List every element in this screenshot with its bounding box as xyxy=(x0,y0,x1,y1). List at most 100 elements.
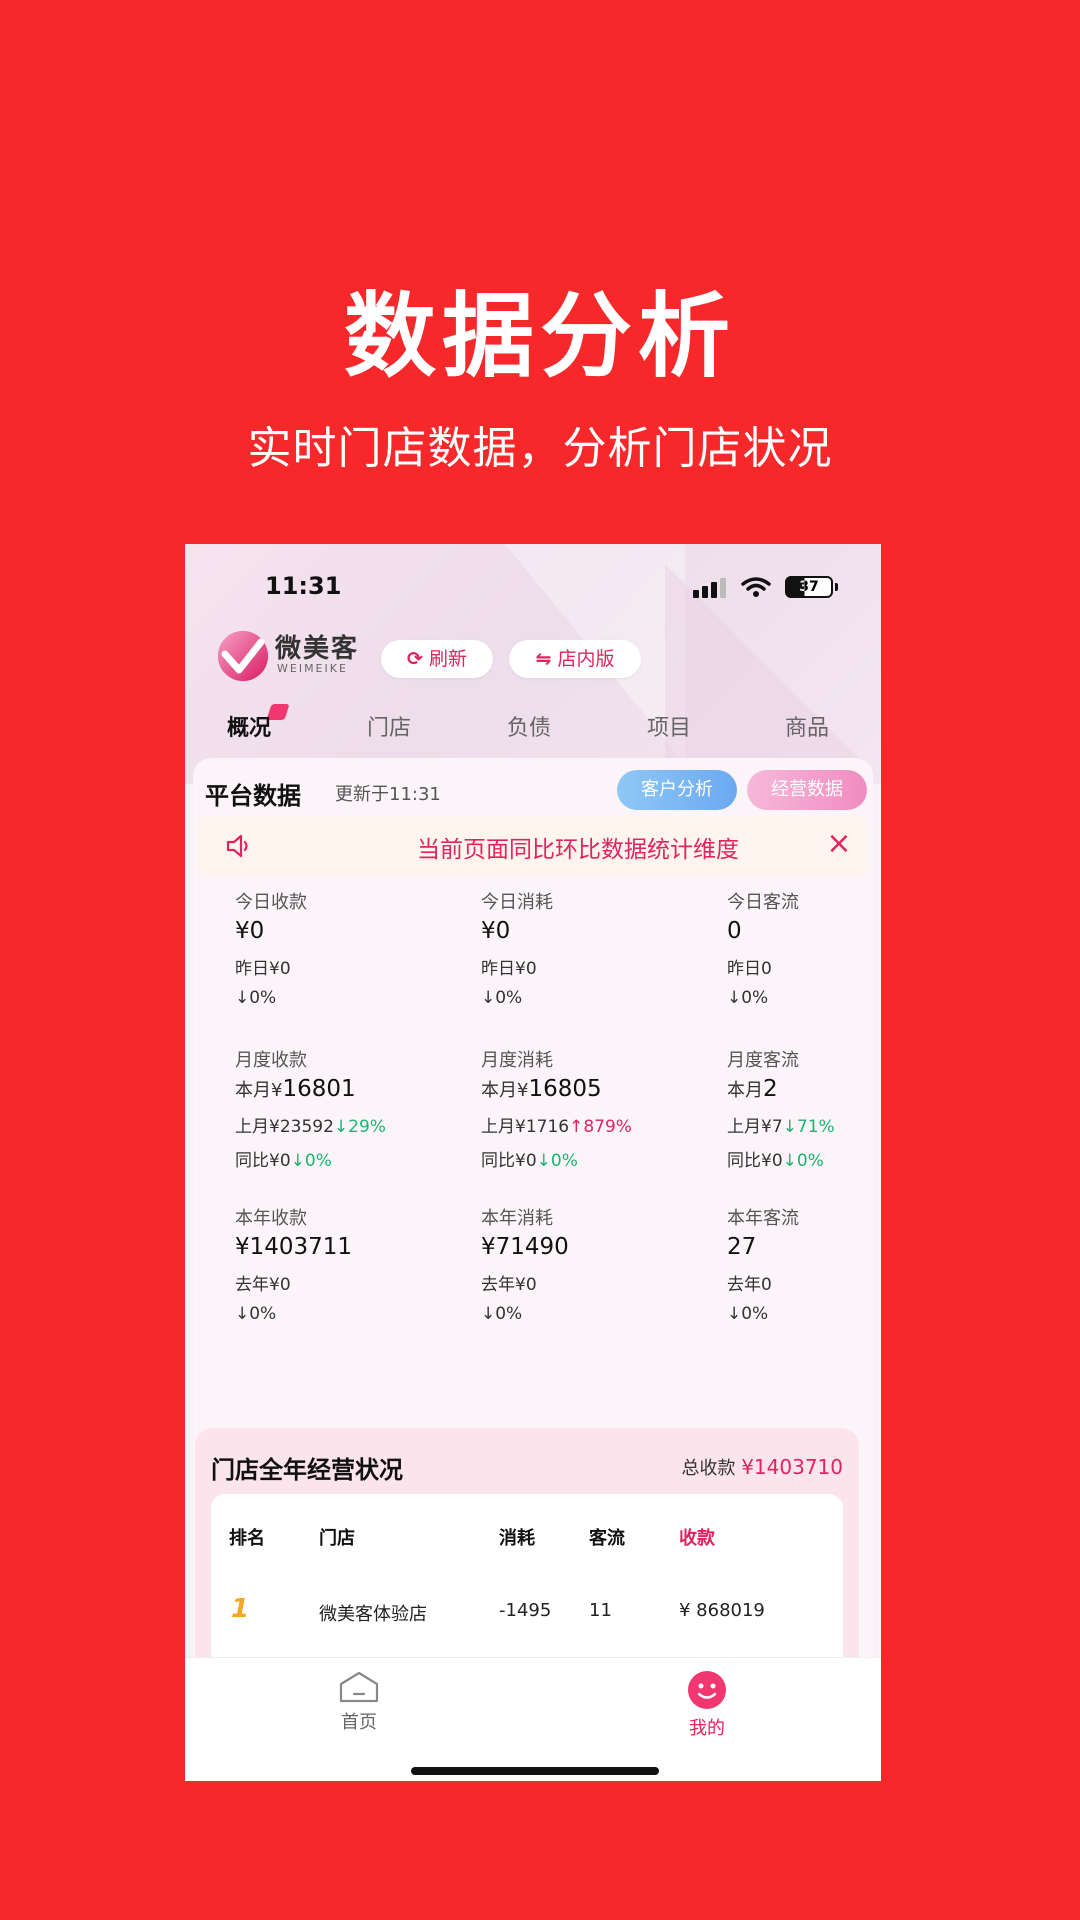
tab-products[interactable]: 商品 xyxy=(785,710,829,742)
tab-projects[interactable]: 项目 xyxy=(647,710,691,742)
speaker-icon xyxy=(226,834,248,858)
phone-screen: 11:31 37 微美客 WEIMEIKE ⟳ 刷新 ⇋ 店内版 概况 门店 负… xyxy=(185,544,881,1781)
battery-level: 37 xyxy=(799,579,819,595)
nav-mine-label: 我的 xyxy=(689,1718,725,1739)
status-time: 11:31 xyxy=(265,572,342,600)
stat-year-income: 本年收款 ¥1403711 去年¥0 ↓0% xyxy=(235,1204,352,1338)
updated-time: 更新于11:31 xyxy=(335,784,441,805)
stat-value: ¥0 xyxy=(481,918,511,944)
stat-change: ↓0% xyxy=(727,988,769,1008)
total-income-label: 总收款 xyxy=(681,1458,736,1479)
stat-month-consume: 月度消耗 本月¥16805 上月¥1716↑879% 同比¥0↓0% xyxy=(481,1046,632,1180)
col-store: 门店 xyxy=(319,1528,355,1549)
stat-last: 上月¥1716 xyxy=(481,1117,570,1137)
tab-bar: 概况 门店 负债 项目 商品 xyxy=(185,704,881,750)
stat-today-income: 今日收款 ¥0 昨日¥0 ↓0% xyxy=(235,888,307,1022)
total-income-value: ¥1403710 xyxy=(741,1455,843,1479)
row-rank: 1 xyxy=(231,1594,250,1624)
stat-label: 今日消耗 xyxy=(481,892,553,913)
stat-change: ↓0% xyxy=(481,1304,523,1324)
stat-value: 2 xyxy=(763,1076,778,1102)
stat-value: ¥71490 xyxy=(481,1234,569,1260)
stat-prev: 去年¥0 xyxy=(235,1275,291,1295)
tab-stores[interactable]: 门店 xyxy=(367,710,411,742)
stat-month-income: 月度收款 本月¥16801 上月¥23592↓29% 同比¥0↓0% xyxy=(235,1046,386,1180)
stat-change: ↓0% xyxy=(481,988,523,1008)
stat-last-change: ↑879% xyxy=(569,1117,632,1137)
tab-debt[interactable]: 负债 xyxy=(507,710,551,742)
stat-value: 16801 xyxy=(282,1076,356,1102)
stat-yoy-change: ↓0% xyxy=(290,1151,332,1171)
stat-label: 月度消耗 xyxy=(481,1050,553,1071)
stat-value-prefix: 本月¥ xyxy=(235,1080,283,1101)
status-bar: 11:31 37 xyxy=(185,566,881,606)
stat-value: ¥1403711 xyxy=(235,1234,353,1260)
business-data-button[interactable]: 经营数据 xyxy=(747,770,867,810)
col-consume: 消耗 xyxy=(499,1528,535,1549)
battery-icon: 37 xyxy=(785,576,833,598)
notice-bar: 当前页面同比环比数据统计维度 × xyxy=(199,816,867,876)
nav-home-label: 首页 xyxy=(341,1712,377,1733)
stat-last-change: ↓29% xyxy=(333,1117,386,1137)
app-header: 微美客 WEIMEIKE ⟳ 刷新 ⇋ 店内版 xyxy=(185,624,881,688)
stat-today-consume: 今日消耗 ¥0 昨日¥0 ↓0% xyxy=(481,888,553,1022)
row-store[interactable]: 微美客体验店 xyxy=(319,1600,427,1626)
wifi-icon xyxy=(741,577,771,597)
stat-label: 今日收款 xyxy=(235,892,307,913)
refresh-button[interactable]: ⟳ 刷新 xyxy=(381,640,493,678)
bottom-nav: 首页 我的 xyxy=(185,1657,881,1781)
row-income: ¥ 868019 xyxy=(679,1600,765,1621)
stat-change: ↓0% xyxy=(235,988,277,1008)
stat-change: ↓0% xyxy=(235,1304,277,1324)
tab-overview[interactable]: 概况 xyxy=(227,710,271,742)
stat-value: ¥0 xyxy=(235,918,265,944)
weimeike-logo xyxy=(218,631,268,681)
stat-yoy: 同比¥0 xyxy=(727,1151,783,1171)
promo-title: 数据分析 xyxy=(343,283,736,390)
stat-value-prefix: 本月 xyxy=(727,1080,763,1101)
platform-title: 平台数据 xyxy=(205,782,301,810)
signal-icon xyxy=(693,578,727,598)
total-income: 总收款 ¥1403710 xyxy=(681,1454,843,1480)
stat-label: 月度客流 xyxy=(727,1050,799,1071)
stat-last: 上月¥7 xyxy=(727,1117,783,1137)
nav-mine[interactable]: 我的 xyxy=(667,1670,747,1740)
stat-label: 月度收款 xyxy=(235,1050,307,1071)
logo-text: 微美客 xyxy=(275,634,360,664)
promo-subtitle: 实时门店数据，分析门店状况 xyxy=(247,423,833,474)
nav-home[interactable]: 首页 xyxy=(319,1670,399,1734)
close-icon[interactable]: × xyxy=(825,829,853,859)
stat-prev: 昨日0 xyxy=(727,959,772,979)
stat-last: 上月¥23592 xyxy=(235,1117,334,1137)
stat-value: 27 xyxy=(727,1234,757,1260)
stat-prev: 昨日¥0 xyxy=(235,959,291,979)
logo-subtext: WEIMEIKE xyxy=(277,662,348,675)
battery-cap xyxy=(835,583,838,591)
stat-label: 本年消耗 xyxy=(481,1208,553,1229)
store-version-button[interactable]: ⇋ 店内版 xyxy=(509,640,641,678)
stat-yoy-change: ↓0% xyxy=(782,1151,824,1171)
col-income[interactable]: 收款 xyxy=(679,1524,715,1550)
row-consume: -1495 xyxy=(499,1600,552,1621)
stat-label: 今日客流 xyxy=(727,892,799,913)
store-version-label: 店内版 xyxy=(557,648,615,670)
stat-year-consume: 本年消耗 ¥71490 去年¥0 ↓0% xyxy=(481,1204,569,1338)
stat-year-traffic: 本年客流 27 去年0 ↓0% xyxy=(727,1204,799,1338)
customer-analysis-button[interactable]: 客户分析 xyxy=(617,770,737,810)
stat-label: 本年收款 xyxy=(235,1208,307,1229)
stat-change: ↓0% xyxy=(727,1304,769,1324)
stat-last-change: ↓71% xyxy=(782,1117,835,1137)
stat-prev: 去年¥0 xyxy=(481,1275,537,1295)
row-traffic: 11 xyxy=(589,1600,612,1621)
col-rank: 排名 xyxy=(229,1528,265,1549)
stat-value: 16805 xyxy=(528,1076,602,1102)
store-status-title: 门店全年经营状况 xyxy=(211,1456,403,1484)
switch-icon: ⇋ xyxy=(535,648,552,670)
stat-month-traffic: 月度客流 本月2 上月¥7↓71% 同比¥0↓0% xyxy=(727,1046,835,1180)
stat-prev: 昨日¥0 xyxy=(481,959,537,979)
stat-prev: 去年0 xyxy=(727,1275,772,1295)
stat-yoy: 同比¥0 xyxy=(481,1151,537,1171)
home-indicator xyxy=(411,1767,659,1775)
notice-text: 当前页面同比环比数据统计维度 xyxy=(417,837,739,863)
home-icon xyxy=(339,1671,379,1703)
